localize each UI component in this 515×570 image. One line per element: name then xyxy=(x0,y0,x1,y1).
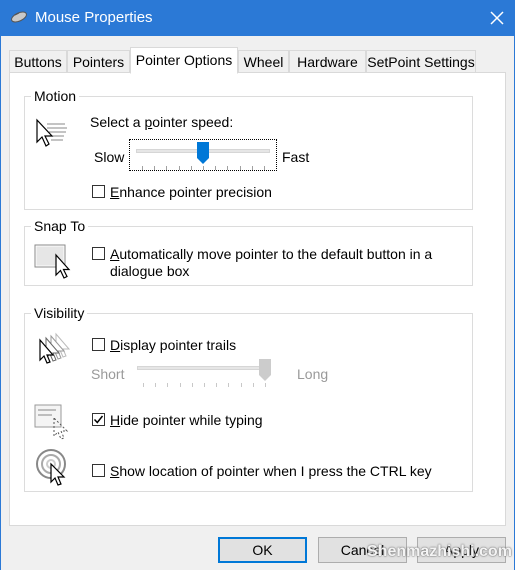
slider-tick xyxy=(203,166,204,170)
hide-pointer-checkbox[interactable] xyxy=(92,413,105,426)
label-part: ide pointer while typing xyxy=(120,412,263,428)
trails-slider xyxy=(131,358,279,390)
slider-tick xyxy=(216,383,217,387)
slow-label: Slow xyxy=(94,149,125,165)
slider-tick xyxy=(215,166,216,170)
slider-tick xyxy=(241,383,242,387)
tab-pointer-options[interactable]: Pointer Options xyxy=(130,47,238,74)
tab-buttons[interactable]: Buttons xyxy=(9,50,67,72)
pointer-trails-checkbox[interactable] xyxy=(92,338,105,351)
pointer-location-icon xyxy=(36,449,66,486)
access-key: A xyxy=(110,246,120,262)
slider-tick xyxy=(240,166,241,170)
close-icon xyxy=(490,11,504,25)
snap-to-icon xyxy=(34,244,71,279)
slider-tick xyxy=(264,166,265,170)
enhance-precision-label: Enhance pointer precision xyxy=(110,184,272,201)
label-part: nhance pointer precision xyxy=(119,184,272,200)
slider-tick xyxy=(180,383,181,387)
title-bar: Mouse Properties xyxy=(1,0,515,36)
snap-to-checkbox[interactable] xyxy=(92,247,105,260)
label-part: isplay pointer trails xyxy=(120,337,237,353)
pointer-options-panel: Motion Select a pointer speed: Slow Fast xyxy=(9,72,506,526)
label-part: ointer speed: xyxy=(152,114,234,130)
slider-tick xyxy=(204,383,205,387)
pointer-trails-label: Display pointer trails xyxy=(110,337,236,354)
slider-tick xyxy=(253,383,254,387)
ok-button[interactable]: OK xyxy=(218,537,307,563)
slider-tick xyxy=(167,383,168,387)
access-key: S xyxy=(110,463,120,479)
slider-tick xyxy=(228,383,229,387)
trails-slider-track xyxy=(137,366,271,370)
slider-tick xyxy=(143,383,144,387)
label-part: how location of pointer when I press the… xyxy=(119,463,432,479)
tab-setpoint-settings[interactable]: SetPoint Settings xyxy=(366,50,476,72)
speed-slider-thumb[interactable] xyxy=(197,142,209,165)
slider-tick xyxy=(252,166,253,170)
tab-label: Pointers xyxy=(72,54,125,70)
enhance-precision-checkbox[interactable] xyxy=(92,185,105,198)
slider-tick xyxy=(227,166,228,170)
tab-label: Wheel xyxy=(243,54,284,70)
pointer-speed-label: Select a pointer speed: xyxy=(90,114,233,131)
fast-label: Fast xyxy=(282,149,310,165)
pointer-speed-icon xyxy=(36,118,67,147)
access-key: E xyxy=(110,184,120,200)
visibility-legend: Visibility xyxy=(31,305,88,321)
checkmark-icon xyxy=(93,415,104,424)
access-key: H xyxy=(110,412,121,428)
access-key: D xyxy=(110,337,121,353)
label-part: Select a xyxy=(90,114,145,130)
watermark: Shenmazhishi.com xyxy=(367,543,512,560)
tab-label: Pointer Options xyxy=(135,52,233,68)
window-title: Mouse Properties xyxy=(35,9,153,26)
tab-pointers[interactable]: Pointers xyxy=(67,50,130,72)
slider-tick xyxy=(142,166,143,170)
short-label: Short xyxy=(91,366,125,382)
mouse-properties-window: Mouse Properties Buttons Pointers Pointe… xyxy=(0,0,515,570)
tab-hardware[interactable]: Hardware xyxy=(289,50,366,72)
mouse-icon xyxy=(11,11,27,23)
slider-tick xyxy=(155,383,156,387)
motion-legend: Motion xyxy=(31,88,80,104)
tab-label: Buttons xyxy=(14,54,62,70)
snap-to-label-line1: Automatically move pointer to the defaul… xyxy=(110,246,432,263)
tab-wheel[interactable]: Wheel xyxy=(238,50,289,72)
slider-tick xyxy=(154,166,155,170)
snap-to-group: Snap To Automatically move pointer to th… xyxy=(24,218,473,286)
trails-slider-thumb xyxy=(259,359,271,381)
snap-to-label-line2: dialogue box xyxy=(110,263,190,279)
snap-to-legend: Snap To xyxy=(31,218,89,234)
show-location-label: Show location of pointer when I press th… xyxy=(110,463,432,480)
slider-tick xyxy=(166,166,167,170)
label-part: utomatically move pointer to the default… xyxy=(119,246,433,262)
pointer-trails-icon xyxy=(39,332,71,364)
hide-pointer-label: Hide pointer while typing xyxy=(110,412,263,429)
speed-slider[interactable] xyxy=(129,139,277,171)
tab-label: Hardware xyxy=(297,54,358,70)
slider-tick xyxy=(192,383,193,387)
slider-tick xyxy=(191,166,192,170)
long-label: Long xyxy=(297,366,329,382)
close-button[interactable] xyxy=(478,0,515,36)
slider-tick xyxy=(179,166,180,170)
show-location-checkbox[interactable] xyxy=(92,464,105,477)
hide-pointer-icon xyxy=(34,404,69,440)
slider-tick xyxy=(265,383,266,387)
visibility-group: Visibility Display pointer trails Short … xyxy=(24,305,473,492)
tab-label: SetPoint Settings xyxy=(367,54,475,70)
motion-group: Motion Select a pointer speed: Slow Fast xyxy=(24,88,473,210)
